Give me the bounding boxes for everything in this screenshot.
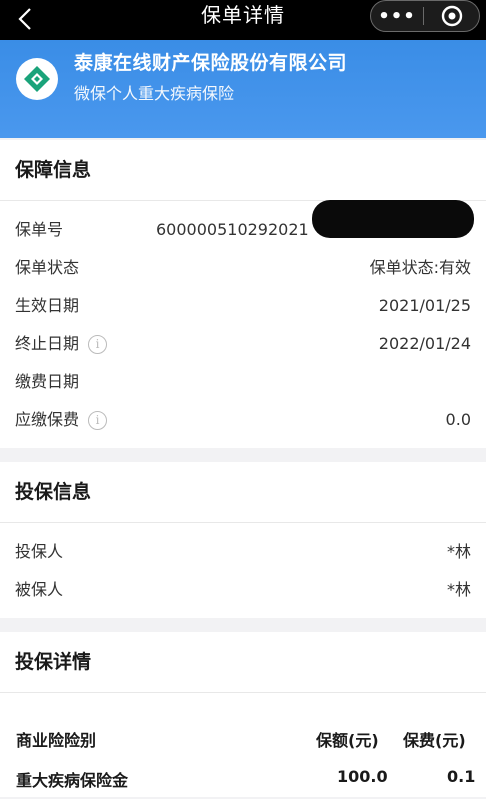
- nav-bar: 保单详情 •••: [0, 0, 486, 40]
- close-button[interactable]: [424, 4, 479, 28]
- insured-person-value: *林: [446, 580, 471, 599]
- applicant-row: 投保人 *林: [0, 533, 486, 571]
- coverage-premium: 0.1: [447, 767, 476, 786]
- end-date-value: 2022/01/24: [378, 334, 471, 353]
- info-icon[interactable]: i: [88, 334, 108, 354]
- effective-date-row: 生效日期 2021/01/25: [0, 287, 486, 325]
- end-date-row: 终止日期 i 2022/01/24: [0, 325, 486, 363]
- effective-date-label: 生效日期: [15, 296, 80, 315]
- premium-due-value: 0.0: [445, 410, 471, 429]
- coverage-title: 保障信息: [0, 140, 486, 201]
- coverage-card: 保障信息 保单号 600000510292021 7 保单状态 保单状态:有效 …: [0, 140, 486, 448]
- table-row: 重大疾病保险金 100.0 0.1: [0, 759, 486, 799]
- product-name: 微保个人重大疾病保险: [74, 84, 235, 103]
- details-card: 投保详情 商业险险别 保额(元) 保费(元) 重大疾病保险金 100.0 0.1: [0, 632, 486, 797]
- policy-status-row: 保单状态 保单状态:有效: [0, 249, 486, 287]
- insured-person-label: 被保人: [15, 580, 64, 599]
- policy-number-value: 600000510292021: [156, 220, 309, 239]
- more-button[interactable]: •••: [371, 6, 423, 27]
- applicant-label: 投保人: [15, 542, 64, 561]
- column-amount-header: 保额(元): [316, 731, 379, 750]
- pay-date-label: 缴费日期: [15, 372, 80, 391]
- target-icon: [441, 5, 462, 27]
- premium-due-row: 应缴保费 i 0.0: [0, 401, 486, 439]
- policy-status-label: 保单状态: [15, 258, 80, 277]
- insured-title: 投保信息: [0, 462, 486, 523]
- pay-date-row: 缴费日期: [0, 363, 486, 401]
- policy-header: 泰康在线财产保险股份有限公司 微保个人重大疾病保险: [0, 40, 486, 138]
- mini-program-capsule: •••: [370, 0, 480, 32]
- column-premium-header: 保费(元): [403, 731, 466, 750]
- end-date-label: 终止日期: [15, 334, 80, 353]
- taikang-logo-icon: [16, 58, 58, 100]
- policy-number-label: 保单号: [15, 220, 64, 239]
- details-title: 投保详情: [0, 632, 486, 693]
- details-header-row: 商业险险别 保额(元) 保费(元): [0, 693, 486, 759]
- company-name: 泰康在线财产保险股份有限公司: [74, 52, 348, 74]
- insured-person-row: 被保人 *林: [0, 571, 486, 609]
- coverage-amount: 100.0: [337, 767, 388, 786]
- insured-card: 投保信息 投保人 *林 被保人 *林: [0, 462, 486, 618]
- column-type-header: 商业险险别: [16, 731, 97, 750]
- policy-status-value: 保单状态:有效: [369, 258, 471, 277]
- premium-due-label: 应缴保费: [15, 410, 80, 429]
- applicant-value: *林: [446, 542, 471, 561]
- effective-date-value: 2021/01/25: [378, 296, 471, 315]
- redaction-mark: [312, 200, 474, 238]
- info-icon[interactable]: i: [88, 410, 108, 430]
- coverage-type: 重大疾病保险金: [16, 771, 129, 790]
